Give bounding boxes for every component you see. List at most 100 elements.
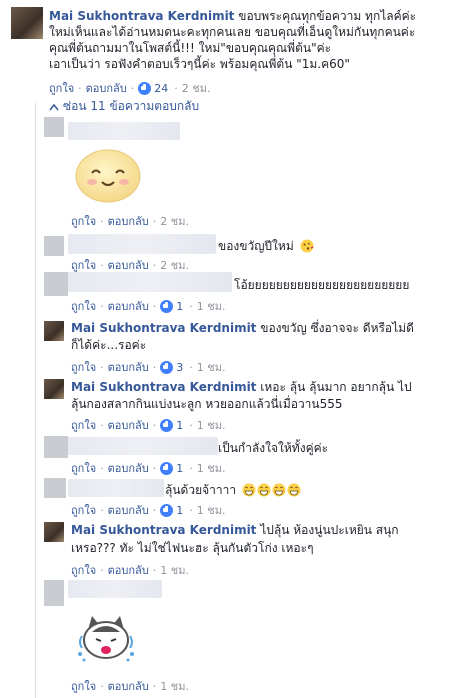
reply-link[interactable]: ตอบกลับ [108, 358, 149, 376]
separator: · [100, 563, 104, 577]
comment-actions: ถูกใจ · ตอบกลับ · 1 ชม. [71, 677, 189, 695]
separator: · [100, 258, 104, 272]
main-comment-body: Mai Sukhontrava Kerdnimit ขอบพระคุณทุกข้… [49, 8, 444, 24]
timestamp[interactable]: 1 ชม. [160, 677, 189, 695]
avatar[interactable] [11, 7, 43, 39]
like-link[interactable]: ถูกใจ [71, 358, 96, 376]
reply-link[interactable]: ตอบกลับ [108, 416, 149, 434]
avatar[interactable] [44, 236, 64, 256]
like-count[interactable]: 1 [176, 419, 183, 432]
like-link[interactable]: ถูกใจ [71, 561, 96, 579]
like-count-icon[interactable] [160, 299, 174, 313]
avatar[interactable] [44, 580, 64, 606]
separator: · [152, 563, 157, 577]
comment-text: เป็นกำลังใจให้ทั้งคู่ค่ะ [218, 441, 329, 455]
comment-text-line: ลุ้นกองสลากกินแบ่งนะลูก หวยออกแล้วนี่เมื… [71, 397, 343, 411]
timestamp[interactable]: 2 ชม. [160, 212, 189, 230]
avatar[interactable] [44, 117, 64, 137]
comment-text: โอ้ยยยยยยยยยยยยยยยยยยยยยยย [234, 278, 410, 292]
like-link[interactable]: ถูกใจ [71, 677, 96, 695]
smiley-sticker [74, 146, 142, 204]
avatar[interactable] [44, 321, 64, 341]
comment-text-line: คุณพี่ต้นถามมาในโพสต์นี้!!! ใหม่"ขอบคุณค… [49, 41, 332, 55]
hidden-author-name[interactable] [68, 272, 232, 292]
hide-replies-label: ซ่อน 11 ข้อความตอบกลับ [63, 99, 200, 113]
grin-emoji-icon [242, 483, 256, 497]
avatar[interactable] [44, 522, 64, 542]
kiss-emoji-icon [300, 239, 314, 253]
comment-author[interactable]: Mai Sukhontrava Kerdnimit [71, 321, 256, 335]
reply-link[interactable]: ตอบกลับ [108, 501, 149, 519]
separator: · [100, 360, 104, 374]
like-count-icon[interactable] [160, 503, 174, 517]
hidden-author-name[interactable] [68, 580, 162, 598]
timestamp[interactable]: 1 ชม. [197, 459, 226, 477]
like-link[interactable]: ถูกใจ [71, 416, 96, 434]
separator: · [152, 299, 157, 313]
like-count-icon[interactable] [138, 81, 152, 95]
comment-text-line: เอาเป็นว่า รอฟังคำตอบเร็วๆนี้ค่ะ พร้อมคุ… [49, 57, 350, 71]
comment-actions: ถูกใจ · ตอบกลับ · 1 ชม. [71, 561, 189, 579]
grin-emoji-icons [242, 483, 301, 497]
comment-author[interactable]: Mai Sukhontrava Kerdnimit [71, 380, 256, 394]
like-link[interactable]: ถูกใจ [49, 79, 74, 97]
avatar[interactable] [44, 272, 68, 296]
like-count-icon[interactable] [160, 418, 174, 432]
like-count[interactable]: 1 [176, 504, 183, 517]
timestamp[interactable]: 1 ชม. [197, 358, 226, 376]
separator: · [174, 81, 178, 95]
reply-link[interactable]: ตอบกลับ [86, 79, 127, 97]
timestamp[interactable]: 1 ชม. [197, 501, 226, 519]
like-count[interactable]: 24 [154, 82, 168, 95]
separator: · [100, 299, 104, 313]
like-count[interactable]: 3 [176, 361, 183, 374]
avatar[interactable] [44, 436, 68, 458]
separator: · [152, 418, 157, 432]
hidden-author-name[interactable] [68, 437, 218, 455]
comment-actions: ถูกใจ · ตอบกลับ · 1 · 1 ชม. [71, 416, 225, 434]
timestamp[interactable]: 1 ชม. [197, 416, 226, 434]
comment-actions: ถูกใจ · ตอบกลับ · 1 · 1 ชม. [71, 459, 225, 477]
separator: · [189, 360, 193, 374]
like-count[interactable]: 1 [176, 462, 183, 475]
reply-link[interactable]: ตอบกลับ [108, 677, 149, 695]
comment-body: Mai Sukhontrava Kerdnimit เหอะ ลุ้น ลุ้น… [71, 379, 446, 395]
like-count-icon[interactable] [160, 360, 174, 374]
reply-link[interactable]: ตอบกลับ [108, 297, 149, 315]
hidden-author-name[interactable] [68, 122, 180, 140]
timestamp[interactable]: 2 ชม. [182, 79, 211, 97]
timestamp[interactable]: 1 ชม. [160, 561, 189, 579]
hidden-author-name[interactable] [68, 479, 164, 497]
comment-text-line: ขอบพระคุณทุกข้อความ ทุกไลค์ค่ะ [238, 9, 417, 23]
reply-link[interactable]: ตอบกลับ [108, 212, 149, 230]
comment-text-line: เหรอ??? ทัะ ไม่ใช่ไฟนะฮะ ลุ้นกันตัวโก่ง … [71, 541, 314, 555]
like-count-icon[interactable] [160, 461, 174, 475]
like-link[interactable]: ถูกใจ [71, 501, 96, 519]
comment-author[interactable]: Mai Sukhontrava Kerdnimit [49, 9, 234, 23]
separator: · [152, 461, 157, 475]
timestamp[interactable]: 1 ชม. [197, 297, 226, 315]
cat-sticker [74, 606, 138, 668]
comment-text: ลุ้นด้วยจ้าาาา [165, 483, 237, 497]
avatar[interactable] [44, 478, 66, 498]
separator: · [152, 258, 157, 272]
comment-text-line: ใหม่เห็นและได้อ่านหมดนะคะทุกคนเลย ขอบคุณ… [49, 25, 416, 39]
comment-text: ของขวัญปีใหม่ [218, 238, 314, 254]
like-count[interactable]: 1 [176, 300, 183, 313]
separator: · [100, 418, 104, 432]
reply-link[interactable]: ตอบกลับ [108, 459, 149, 477]
thread-line [35, 103, 36, 698]
separator: · [100, 679, 104, 693]
hidden-author-name[interactable] [68, 234, 216, 254]
comment-author[interactable]: Mai Sukhontrava Kerdnimit [71, 523, 256, 537]
like-link[interactable]: ถูกใจ [71, 212, 96, 230]
like-link[interactable]: ถูกใจ [71, 459, 96, 477]
collapse-arrow-icon [49, 103, 59, 110]
comment-body: Mai Sukhontrava Kerdnimit ของขวัญ ซึ่งอา… [71, 320, 441, 336]
hide-replies-toggle[interactable]: ซ่อน 11 ข้อความตอบกลับ [49, 97, 199, 116]
reply-link[interactable]: ตอบกลับ [108, 561, 149, 579]
avatar[interactable] [44, 379, 64, 399]
separator: · [78, 81, 82, 95]
like-link[interactable]: ถูกใจ [71, 297, 96, 315]
comment-actions: ถูกใจ · ตอบกลับ · 2 ชม. [71, 212, 189, 230]
